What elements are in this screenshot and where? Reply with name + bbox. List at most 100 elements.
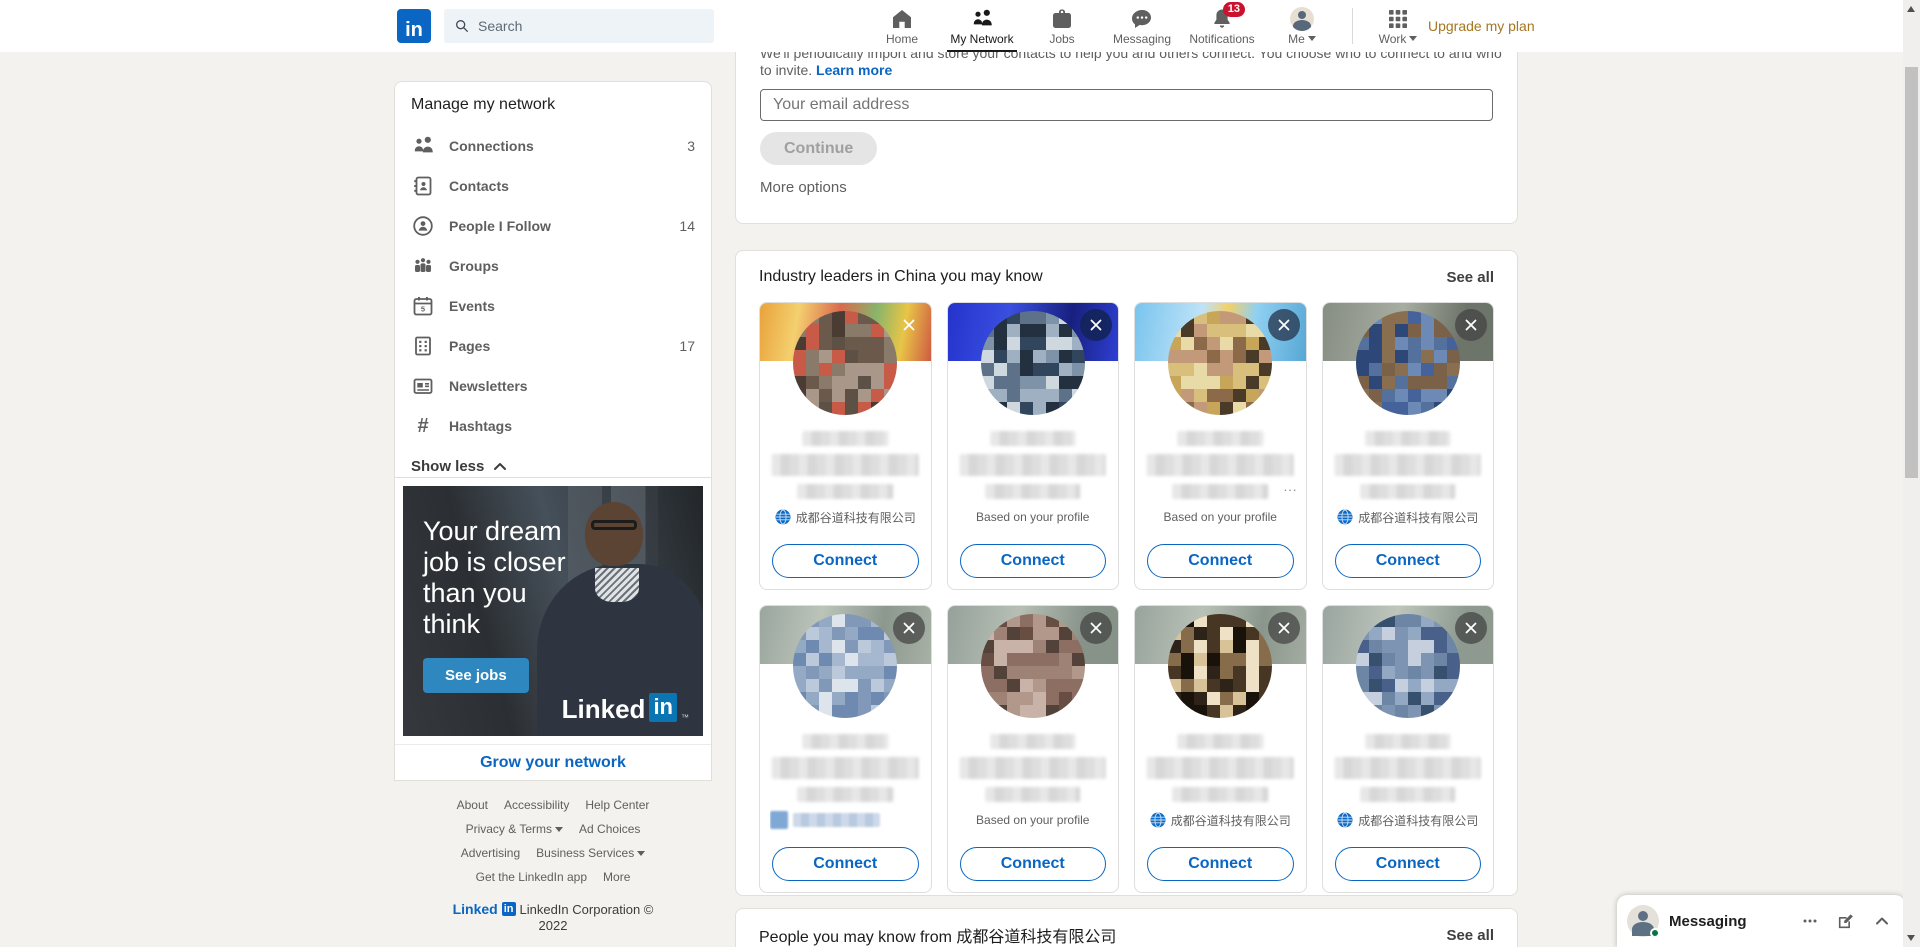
avatar[interactable] [981,311,1085,415]
dismiss-button[interactable] [1080,612,1112,644]
connect-button[interactable]: Connect [772,847,919,881]
blurred-headline [959,757,1106,779]
search-icon [454,18,470,34]
dismiss-button[interactable] [893,309,925,341]
notification-badge: 13 [1223,2,1245,17]
dismiss-button[interactable] [1455,309,1487,341]
see-jobs-button[interactable]: See jobs [423,658,529,693]
see-all-link[interactable]: See all [1446,269,1494,286]
continue-button[interactable]: Continue [760,132,877,165]
scroll-up-arrow[interactable] [1907,6,1915,12]
invite-by-email-card: We'll periodically import and store your… [735,28,1518,224]
sidebar-item-pages[interactable]: Pages 17 [395,326,711,366]
footer-link-accessibility[interactable]: Accessibility [504,793,569,817]
search-box[interactable] [444,9,714,43]
linkedin-logo[interactable]: in [397,9,431,43]
avatar[interactable] [793,614,897,718]
sidebar-item-count: 3 [687,138,695,154]
dismiss-button[interactable] [1268,612,1300,644]
home-icon [890,7,914,31]
upgrade-plan-link[interactable]: Upgrade my plan [1428,0,1535,52]
blurred-headline [798,787,893,802]
footer-link-ad-choices[interactable]: Ad Choices [579,817,640,841]
scroll-down-arrow[interactable] [1907,935,1915,941]
more-options-link[interactable]: More options [760,179,1493,196]
dismiss-button[interactable] [1455,612,1487,644]
messaging-dock[interactable]: Messaging [1617,895,1905,947]
nav-work[interactable]: Work [1363,0,1433,52]
close-icon [1088,317,1104,333]
sidebar-item-newsletters[interactable]: Newsletters [395,366,711,406]
connections-icon [411,134,435,158]
nav-home[interactable]: Home [862,0,942,52]
avatar[interactable] [793,311,897,415]
nav-me[interactable]: Me [1262,0,1342,52]
sidebar-item-events[interactable]: 5 Events [395,286,711,326]
nav-my-network[interactable]: My Network [942,0,1022,52]
footer-link-about[interactable]: About [457,793,488,817]
connect-button[interactable]: Connect [1147,544,1294,578]
groups-icon [411,254,435,278]
avatar[interactable] [1356,614,1460,718]
avatar[interactable] [1168,311,1272,415]
top-navigation: in Home My Network Jobs Messaging 13 Not… [0,0,1920,52]
sidebar-item-groups[interactable]: Groups [395,246,711,286]
ad-banner[interactable]: Your dream job is closer than you think … [403,486,703,736]
connect-button[interactable]: Connect [1147,847,1294,881]
connect-button[interactable]: Connect [772,544,919,578]
footer-link-advertising[interactable]: Advertising [461,841,520,865]
footer-link-help-center[interactable]: Help Center [585,793,649,817]
sidebar-item-count: 17 [679,338,695,354]
connect-button[interactable]: Connect [960,847,1107,881]
sidebar-title: Manage my network [395,92,711,126]
blurred-name [803,734,888,749]
dismiss-button[interactable] [1268,309,1300,341]
see-all-link[interactable]: See all [1446,927,1494,944]
sidebar-item-hashtags[interactable]: # Hashtags [395,406,711,446]
blurred-headline [1334,454,1481,476]
scrollbar-thumb[interactable] [1905,67,1918,478]
footer-link-get-app[interactable]: Get the LinkedIn app [476,865,587,889]
page-scrollbar[interactable] [1903,0,1920,947]
email-field[interactable] [760,89,1493,121]
learn-more-link[interactable]: Learn more [816,62,892,78]
sidebar-item-connections[interactable]: Connections 3 [395,126,711,166]
avatar[interactable] [1356,311,1460,415]
person-card: ... Based on your profile Connect [1134,302,1307,590]
connect-button[interactable]: Connect [1335,544,1482,578]
footer-copyright-year: 2022 [394,918,712,933]
more-options-icon[interactable] [1801,912,1819,930]
footer-link-privacy-terms[interactable]: Privacy & Terms [466,817,563,841]
nav-jobs[interactable]: Jobs [1022,0,1102,52]
based-on-profile-label: Based on your profile [976,510,1089,524]
pages-icon [411,334,435,358]
sidebar-item-people-i-follow[interactable]: People I Follow 14 [395,206,711,246]
compose-icon[interactable] [1837,912,1855,930]
chevron-up-icon[interactable] [1873,912,1891,930]
search-input[interactable] [478,18,704,34]
sidebar-item-label: People I Follow [449,218,551,234]
avatar [1627,905,1659,937]
person-card: 成都谷道科技有限公司 Connect [1134,605,1307,893]
me-avatar [1290,7,1314,31]
person-card: 成都谷道科技有限公司 Connect [759,302,932,590]
grow-your-network-link[interactable]: Grow your network [395,744,711,780]
dismiss-button[interactable] [1080,309,1112,341]
connect-button[interactable]: Connect [1335,847,1482,881]
nav-notifications[interactable]: 13 Notifications [1182,0,1262,52]
person-card: 成都谷道科技有限公司 Connect [1322,302,1495,590]
avatar[interactable] [1168,614,1272,718]
avatar[interactable] [981,614,1085,718]
dismiss-button[interactable] [893,612,925,644]
people-from-company-section: People you may know from 成都谷道科技有限公司 See … [735,908,1518,947]
footer-linkedin-logo: Linked in LinkedIn Corporation © [394,901,712,917]
footer-link-more[interactable]: More [603,865,630,889]
close-icon [1088,620,1104,636]
footer-link-business-services[interactable]: Business Services [536,841,645,865]
nav-messaging[interactable]: Messaging [1102,0,1182,52]
connect-button[interactable]: Connect [960,544,1107,578]
nav-items: Home My Network Jobs Messaging 13 Notifi… [862,0,1433,52]
sidebar-item-contacts[interactable]: Contacts [395,166,711,206]
sidebar-item-label: Connections [449,138,534,154]
mutual-connection-row [770,809,921,831]
